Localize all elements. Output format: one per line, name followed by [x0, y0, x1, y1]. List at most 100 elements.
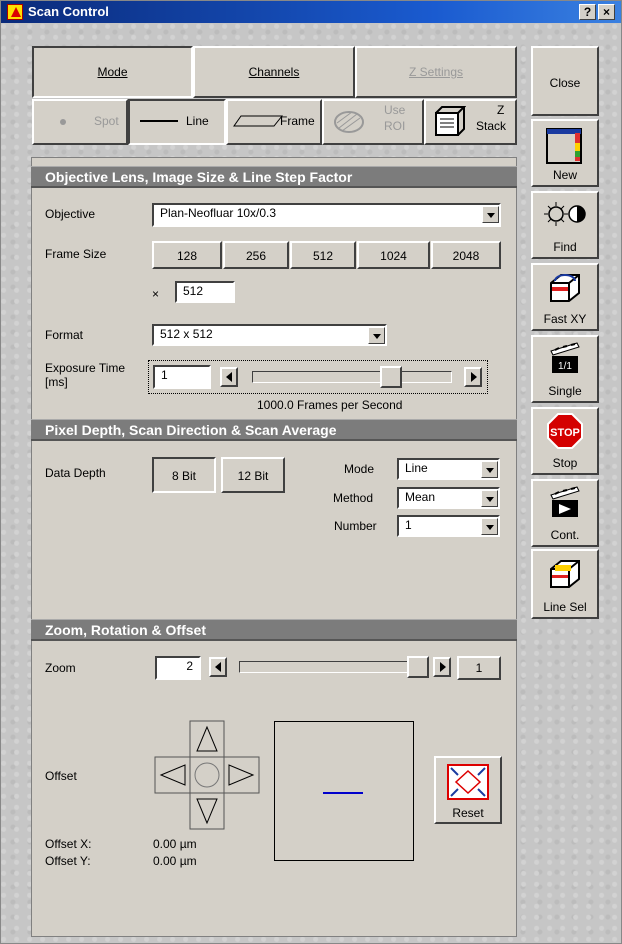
offset-y-label: Offset Y:	[45, 854, 91, 868]
single-scan-icon: 1/1	[550, 342, 580, 373]
continuous-scan-icon	[550, 486, 580, 517]
line-icon	[140, 120, 178, 122]
section-pixel-depth-header: Pixel Depth, Scan Direction & Scan Avera…	[31, 419, 517, 441]
frame-size-128-button[interactable]: 128	[152, 241, 222, 269]
reset-offset-button[interactable]: Reset	[434, 756, 502, 824]
tab-mode-label: Mode	[97, 65, 128, 79]
scan-area-preview[interactable]	[274, 721, 414, 861]
close-window-button[interactable]: ×	[598, 4, 615, 20]
frame-mode-button[interactable]: Frame	[226, 99, 322, 145]
reset-icon	[447, 764, 489, 800]
z-stack-label-2: Stack	[476, 119, 507, 133]
data-depth-label: Data Depth	[45, 466, 106, 480]
frame-width-input[interactable]: 512	[175, 281, 235, 303]
line-mode-button[interactable]: Line	[128, 99, 226, 145]
spot-icon	[60, 119, 66, 125]
offset-label: Offset	[45, 769, 77, 783]
12-bit-button[interactable]: 12 Bit	[221, 457, 285, 493]
stop-sign-icon: STOP	[547, 413, 583, 449]
frame-size-1024-button[interactable]: 1024	[357, 241, 430, 269]
objective-label: Objective	[45, 207, 96, 221]
exposure-increase-button[interactable]	[464, 367, 482, 387]
offset-right-arrow-icon[interactable]	[223, 756, 260, 794]
stop-sign-text: STOP	[550, 427, 580, 439]
zoom-input[interactable]: 2	[155, 656, 201, 680]
roi-icon	[334, 111, 364, 133]
tab-mode[interactable]: Mode	[32, 46, 193, 98]
cont-button[interactable]: Cont.	[531, 479, 599, 547]
format-select[interactable]: 512 x 512	[152, 324, 387, 346]
reset-label: Reset	[452, 806, 484, 820]
scan-control-window: Scan Control ? × Mode Channels Z Setting…	[0, 0, 622, 944]
x-label: ×	[152, 287, 160, 301]
format-dropdown-arrow[interactable]	[368, 327, 385, 344]
exposure-slider-track[interactable]	[252, 371, 452, 383]
single-button[interactable]: 1/1 Single	[531, 335, 599, 403]
tab-channels[interactable]: Channels	[193, 46, 355, 98]
exposure-unit-label: [ms]	[45, 375, 68, 389]
8-bit-button[interactable]: 8 Bit	[152, 457, 216, 493]
fast-xy-icon	[550, 274, 580, 302]
spot-mode-button[interactable]: Spot	[32, 99, 128, 145]
new-label: New	[552, 168, 577, 182]
stop-label: Stop	[552, 456, 578, 470]
objective-select[interactable]: Plan-Neofluar 10x/0.3	[152, 203, 501, 227]
frame-size-512-button[interactable]: 512	[290, 241, 356, 269]
scan-mode-select[interactable]: Line	[397, 458, 500, 480]
offset-center-icon[interactable]	[189, 756, 225, 794]
help-button[interactable]: ?	[579, 4, 596, 20]
zoom-decrease-button[interactable]	[209, 657, 227, 677]
offset-y-value: 0.00 µm	[153, 854, 197, 868]
new-button[interactable]: New	[531, 119, 599, 187]
scan-line-indicator	[323, 792, 363, 794]
single-icon-text: 1/1	[558, 361, 572, 372]
number-select[interactable]: 1	[397, 515, 500, 537]
single-label: Single	[548, 384, 582, 398]
zoom-slider-thumb[interactable]	[407, 656, 429, 678]
section-zoom-header: Zoom, Rotation & Offset	[31, 619, 517, 641]
frame-label: Frame	[280, 114, 315, 128]
use-roi-button[interactable]: Use ROI	[322, 99, 424, 145]
frame-size-256-button[interactable]: 256	[223, 241, 289, 269]
format-value: 512 x 512	[160, 327, 213, 341]
title-bar: Scan Control ? ×	[1, 1, 621, 23]
method-dropdown-arrow[interactable]	[481, 490, 498, 507]
frames-per-second: 1000.0 Frames per Second	[257, 398, 403, 412]
stop-button[interactable]: STOP Stop	[531, 407, 599, 475]
use-roi-label-1: Use	[384, 103, 406, 117]
objective-dropdown-arrow[interactable]	[482, 206, 499, 223]
exposure-input[interactable]: 1	[153, 365, 211, 389]
fast-xy-label: Fast XY	[543, 312, 587, 326]
offset-x-value: 0.00 µm	[153, 837, 197, 851]
find-button[interactable]: Find	[531, 191, 599, 259]
find-icon	[544, 202, 586, 226]
new-window-icon	[546, 128, 582, 164]
8-bit-label: 8 Bit	[171, 469, 196, 483]
tab-zsettings[interactable]: Z Settings	[355, 46, 517, 98]
line-select-icon	[550, 560, 580, 588]
close-button[interactable]: Close	[531, 46, 599, 116]
line-sel-button[interactable]: Line Sel	[531, 549, 599, 619]
cont-label: Cont.	[550, 528, 580, 542]
spot-label: Spot	[94, 114, 119, 128]
scan-mode-dropdown-arrow[interactable]	[481, 461, 498, 478]
number-dropdown-arrow[interactable]	[481, 518, 498, 535]
method-select[interactable]: Mean	[397, 487, 500, 509]
zoom-slider-track[interactable]	[239, 661, 429, 673]
offset-x-label: Offset X:	[45, 837, 92, 851]
format-label: Format	[45, 328, 84, 342]
offset-left-arrow-icon[interactable]	[154, 756, 191, 794]
number-label: Number	[334, 519, 377, 533]
offset-down-arrow-icon[interactable]	[189, 792, 225, 830]
section-objective-header: Objective Lens, Image Size & Line Step F…	[31, 166, 517, 188]
frame-size-2048-button[interactable]: 2048	[431, 241, 501, 269]
zoom-increase-button[interactable]	[433, 657, 451, 677]
scan-mode-label: Mode	[344, 462, 375, 476]
tab-zsettings-label: Z Settings	[408, 65, 464, 79]
z-stack-button[interactable]: Z Stack	[424, 99, 517, 145]
exposure-slider-thumb[interactable]	[380, 366, 402, 388]
zoom-reset-1-button[interactable]: 1	[457, 656, 501, 680]
exposure-decrease-button[interactable]	[220, 367, 238, 387]
fast-xy-button[interactable]: Fast XY	[531, 263, 599, 331]
offset-up-arrow-icon[interactable]	[189, 720, 225, 758]
